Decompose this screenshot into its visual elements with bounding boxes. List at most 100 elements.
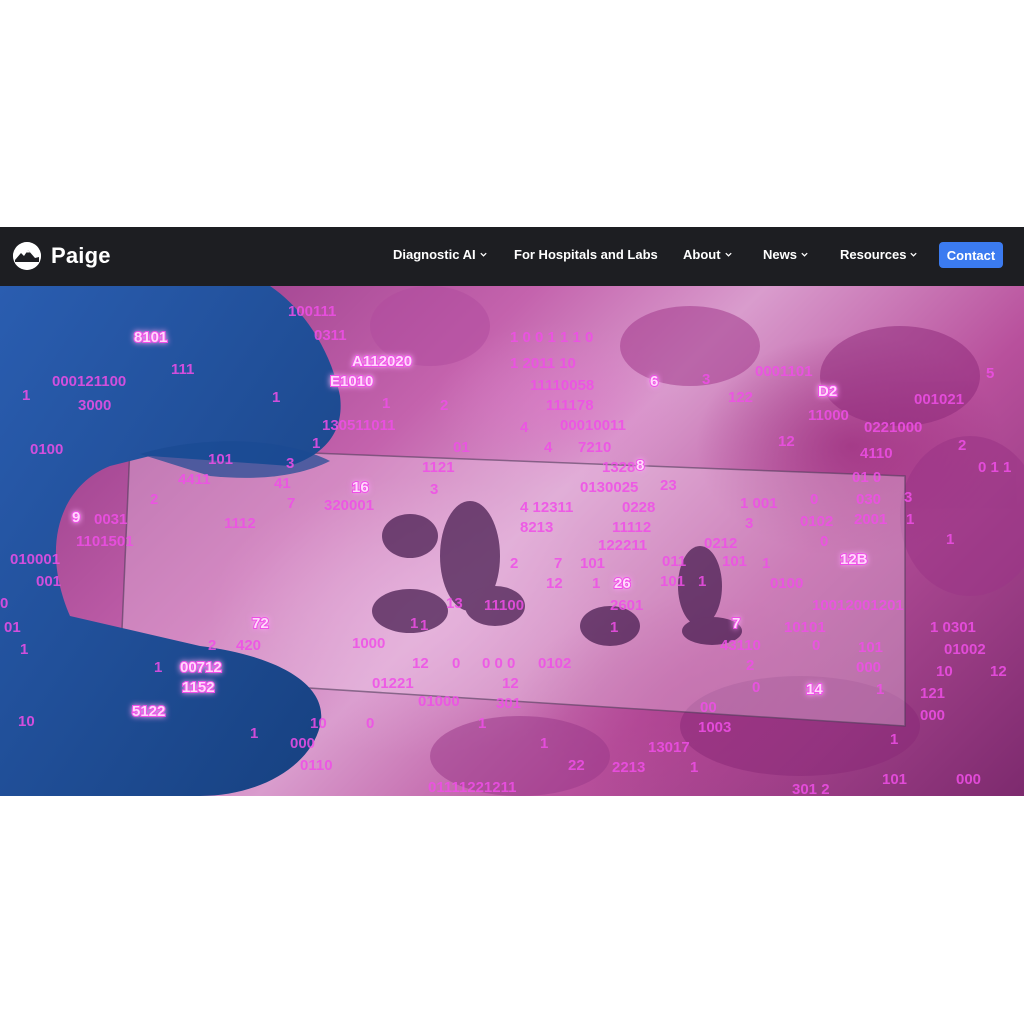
binary-digit-text: 001 <box>36 573 61 590</box>
chevron-down-icon <box>910 252 918 257</box>
binary-digit-text: 6 <box>650 373 658 390</box>
binary-digit-text: 1112 <box>224 515 256 532</box>
binary-digit-text: 4 <box>544 439 553 456</box>
binary-digit-text: 43110 <box>720 637 761 654</box>
binary-digit-text: 12 <box>990 663 1007 680</box>
binary-digit-text: 1 <box>890 731 898 748</box>
browser-viewport: Paige Diagnostic AI For Hospitals and La… <box>0 227 1024 796</box>
binary-digit-text: 1 <box>250 725 258 742</box>
binary-digit-text: 12 <box>412 655 429 672</box>
binary-digit-text: 1 <box>690 759 698 776</box>
binary-digit-text: 12 <box>546 575 563 592</box>
binary-digit-text: 0 <box>752 679 760 696</box>
binary-digit-text: 2001 <box>854 511 887 528</box>
binary-digit-text: 101 <box>722 553 747 570</box>
binary-digit-text: 11112 <box>612 519 651 536</box>
binary-digit-text: 130511011 <box>322 417 395 434</box>
binary-digit-text: 101 <box>208 451 233 468</box>
binary-digit-text: 13017 <box>648 739 690 756</box>
nav-item-label: For Hospitals and Labs <box>514 247 658 262</box>
binary-digit-text: 10 <box>936 663 953 680</box>
binary-digit-text: 2 <box>746 657 754 674</box>
binary-digit-text: 0311 <box>314 327 347 344</box>
binary-digit-text: 011 <box>662 553 686 570</box>
nav-item-label: Resources <box>840 247 907 262</box>
binary-digit-text: 11000 <box>808 407 849 424</box>
binary-digit-text: 00 <box>700 699 717 716</box>
binary-digit-text: 26 <box>614 575 631 592</box>
binary-digit-text: 121 <box>920 685 945 702</box>
hero-banner: 8101 100111 0311 111 000121100 A112020 1 2011 … <box>0 286 1024 796</box>
binary-digit-text: 0001101 <box>755 363 813 380</box>
binary-digit-text: 12 <box>502 675 519 692</box>
binary-digit-text: 10012001201 <box>812 597 904 614</box>
binary-digit-text: 2601 <box>610 597 643 614</box>
binary-digit-text: 0 <box>812 637 820 654</box>
binary-digit-text: 0110 <box>300 757 333 774</box>
binary-digit-text: 11110058 <box>530 377 594 394</box>
binary-digit-text: 3 <box>904 489 912 506</box>
binary-digit-text: 000 <box>856 659 881 676</box>
binary-digit-text: 320001 <box>324 497 374 514</box>
contact-button[interactable]: Contact <box>939 242 1003 268</box>
binary-digit-text: 4411 <box>178 471 211 488</box>
binary-digit-text: 101 <box>858 639 883 656</box>
binary-digit-text: 3 <box>745 515 753 532</box>
binary-digit-text: 12B <box>840 551 868 568</box>
binary-digit-text: 1000 <box>352 635 385 652</box>
binary-digit-text: 3 <box>286 455 294 472</box>
binary-digit-text: D2 <box>818 383 837 400</box>
binary-digit-text: 301 2 <box>792 781 830 796</box>
binary-digit-text: 1328 <box>602 459 635 476</box>
chevron-down-icon <box>724 252 732 257</box>
binary-digit-text: 1 <box>698 573 706 590</box>
binary-digit-text: 1152 <box>182 679 215 696</box>
binary-digit-text: 1 <box>420 617 428 634</box>
top-navbar: Paige Diagnostic AI For Hospitals and La… <box>0 227 1024 286</box>
chevron-down-icon <box>801 252 808 257</box>
binary-digit-text: 101 <box>660 573 685 590</box>
binary-digit-text: 1 0 0 1 1 1 0 <box>510 329 593 346</box>
binary-digit-text: 301 <box>496 695 521 712</box>
binary-digit-text: 23 <box>660 477 677 494</box>
binary-digit-text: 1 <box>22 387 30 404</box>
binary-digit-text: 4110 <box>860 445 893 462</box>
binary-digit-text: 1 0301 <box>930 619 976 636</box>
binary-digit-text: 3000 <box>78 397 111 414</box>
binary-digit-text: 8 <box>636 457 644 474</box>
binary-digit-text: 001021 <box>914 391 964 408</box>
hero-image: 81011001110311111000121100A112020 1 2011 … <box>0 286 1024 796</box>
binary-digit-text: 000 <box>920 707 945 724</box>
binary-digit-text: 0100 <box>770 575 803 592</box>
binary-digit-text: 0 <box>810 491 818 508</box>
nav-item-diagnostic-ai[interactable]: Diagnostic AI <box>393 247 488 262</box>
binary-digit-text: 000 <box>290 735 315 752</box>
binary-digit-text: 10101 <box>784 619 826 636</box>
binary-digit-text: 5 <box>986 365 994 382</box>
nav-item-resources[interactable]: Resources <box>840 247 918 262</box>
binary-digit-text: 3 <box>702 371 710 388</box>
binary-digit-text: 3 <box>430 481 438 498</box>
binary-digit-text: 1 <box>20 641 28 658</box>
binary-digit-text: E1010 <box>330 373 373 390</box>
binary-digit-text: 9 <box>72 509 80 526</box>
binary-digit-text: 1 <box>906 511 914 528</box>
binary-digit-text: 2 <box>440 397 448 414</box>
binary-digit-text: 01 <box>453 439 470 456</box>
main-nav: Diagnostic AI For Hospitals and Labs Abo… <box>0 227 1024 286</box>
nav-item-news[interactable]: News <box>763 247 809 262</box>
binary-digit-text: 0100 <box>30 441 63 458</box>
binary-digit-text: 7 <box>287 495 295 512</box>
binary-digit-text: 1 <box>382 395 390 412</box>
nav-item-about[interactable]: About <box>683 247 733 262</box>
binary-digit-text: 22 <box>568 757 585 774</box>
binary-digit-text: 122211 <box>598 537 647 554</box>
binary-digit-text: 2213 <box>612 759 645 776</box>
binary-digit-text: 0212 <box>704 535 737 552</box>
binary-digit-text: 0 1 1 <box>978 459 1011 476</box>
nav-item-for-hospitals-and-labs[interactable]: For Hospitals and Labs <box>514 247 658 262</box>
binary-digit-text: 0102 <box>538 655 571 672</box>
binary-digit-text: 2 <box>208 637 216 654</box>
binary-digit-text: 122 <box>728 389 753 406</box>
binary-digit-text: 7210 <box>578 439 611 456</box>
